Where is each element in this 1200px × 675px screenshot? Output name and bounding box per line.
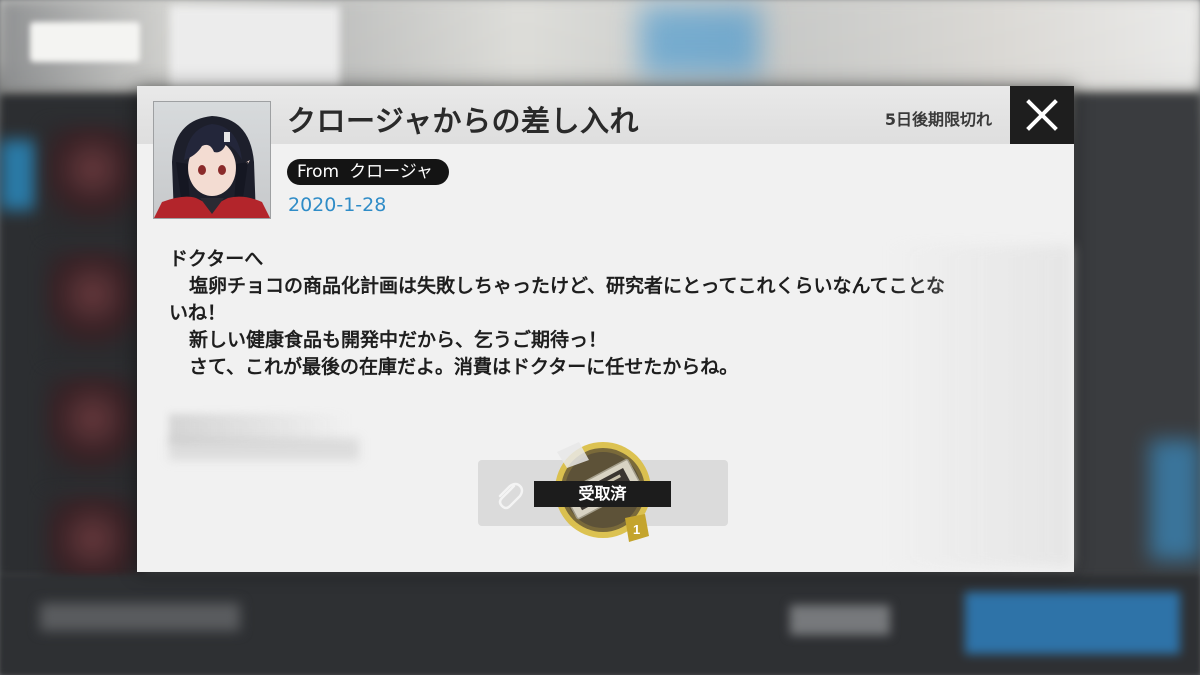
- mail-date: 2020-1-28: [288, 194, 387, 216]
- close-x-icon: [1026, 99, 1058, 131]
- background-bottom-blue-button: [965, 592, 1180, 654]
- background-bleed-right: [887, 246, 1072, 566]
- from-badge: From クロージャ: [287, 159, 449, 185]
- item-count: 1: [633, 522, 641, 537]
- from-label: From: [297, 162, 340, 182]
- background-top-pill: [30, 22, 140, 62]
- background-top-card: [170, 6, 340, 86]
- background-avatar: [45, 125, 140, 235]
- received-status-label: 受取済: [534, 481, 671, 507]
- background-left-accent: [0, 140, 35, 210]
- faded-text-line: [169, 438, 359, 460]
- paperclip-icon: [498, 482, 524, 510]
- mail-dialog: クロージャからの差し入れ 5日後期限切れ From クロージャ 2020-1-2…: [137, 86, 1074, 572]
- background-top-accent: [640, 6, 760, 76]
- close-button[interactable]: [1010, 86, 1074, 144]
- background-bottom-text: [40, 603, 240, 631]
- background-bottom-grey-button: [790, 605, 890, 635]
- background-right-accent: [1150, 440, 1200, 560]
- background-avatar: [45, 375, 140, 485]
- background-avatar: [45, 250, 140, 360]
- sender-name: クロージャ: [349, 162, 433, 182]
- mail-expiry: 5日後期限切れ: [884, 110, 992, 129]
- mail-title: クロージャからの差し入れ: [287, 104, 639, 138]
- sender-avatar: [153, 101, 271, 219]
